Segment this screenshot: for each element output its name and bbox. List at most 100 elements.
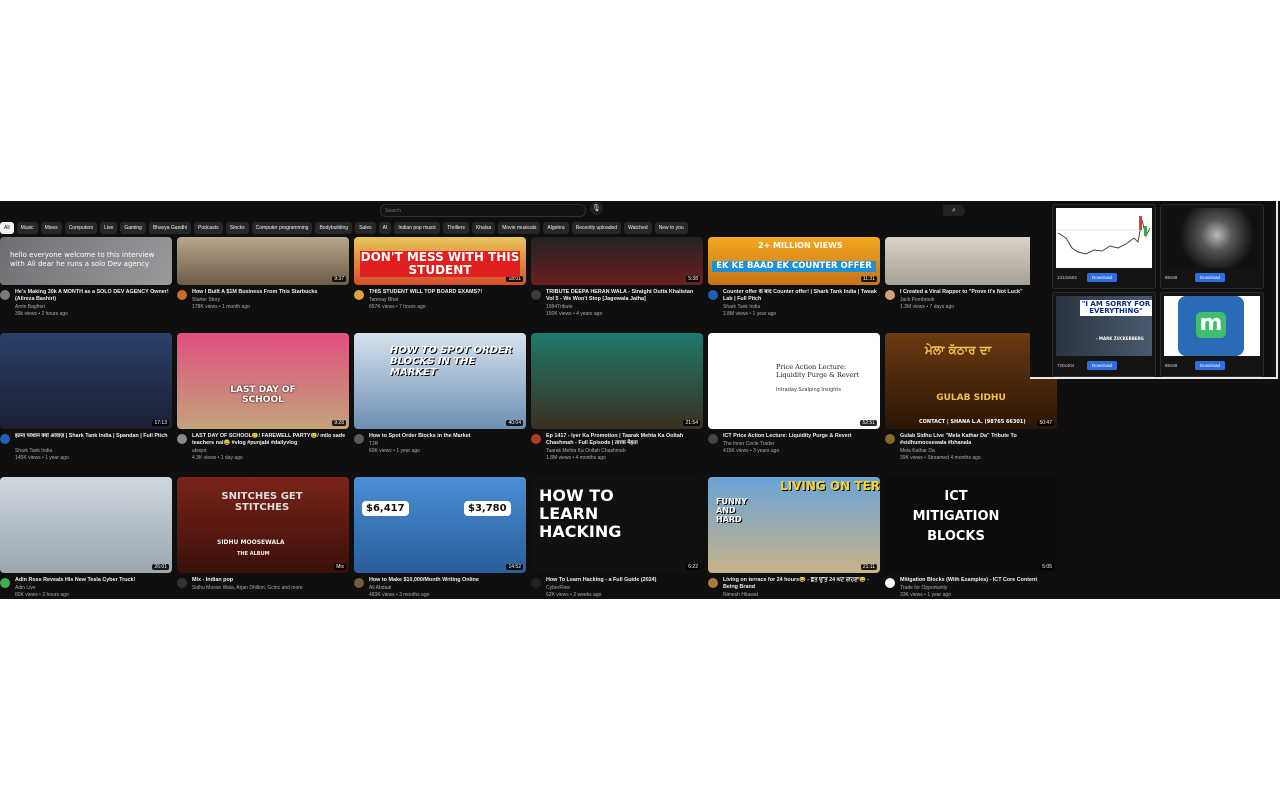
chip-new-to-you[interactable]: New to you xyxy=(654,222,688,234)
video-title[interactable]: Adin Ross Reveals His New Tesla Cyber Tr… xyxy=(15,577,170,584)
chip-indian-pop-music[interactable]: Indian pop music xyxy=(394,222,441,234)
video-thumbnail[interactable]: hello everyone welcome to this interview… xyxy=(0,237,172,285)
channel-avatar[interactable] xyxy=(354,290,364,300)
channel-name[interactable]: Trade for Opportunity xyxy=(900,585,947,592)
channel-avatar[interactable] xyxy=(708,578,718,588)
channel-name[interactable]: Shark Tank India xyxy=(723,304,760,311)
chip-computer-programming[interactable]: Computer programming xyxy=(251,222,313,234)
channel-name[interactable]: 1984Tribute xyxy=(546,304,573,311)
video-card[interactable]: Mix SNITCHES GET STITCHES SIDHU MOOSEWALA T… xyxy=(177,477,349,599)
channel-name[interactable]: Jack Pembrook xyxy=(900,297,934,304)
video-thumbnail[interactable]: 17:13 xyxy=(0,333,172,429)
video-title[interactable]: How to Spot Order Blocks in the Market xyxy=(369,433,524,440)
chip-music[interactable]: Music xyxy=(16,222,38,234)
video-title[interactable]: Counter offer के बाद Counter offer! | Sh… xyxy=(723,289,878,303)
video-thumbnail[interactable]: Mix SNITCHES GET STITCHES SIDHU MOOSEWALA T… xyxy=(177,477,349,573)
channel-name[interactable]: Amin Bagheri xyxy=(15,304,45,311)
chip-mixes[interactable]: Mixes xyxy=(40,222,62,234)
video-thumbnail[interactable]: 52:51 Price Action Lecture: Liquidity Pur… xyxy=(708,333,880,429)
channel-name[interactable]: Ali Abdaal xyxy=(369,585,391,592)
video-thumbnail[interactable]: 14:52 $6,417 $3,780 xyxy=(354,477,526,573)
channel-avatar[interactable] xyxy=(177,578,187,588)
video-title[interactable]: He's Making 30k A MONTH as a SOLO DEV AG… xyxy=(15,289,170,303)
channel-name[interactable]: Taarak Mehta Ka Ooltah Chashmah xyxy=(546,448,626,455)
channel-avatar[interactable] xyxy=(885,434,895,444)
video-title[interactable]: Mix - Indian pop xyxy=(192,577,347,584)
channel-avatar[interactable] xyxy=(708,290,718,300)
video-card[interactable]: 40:04 HOW TO SPOT ORDER BLOCKS IN THE MAR… xyxy=(354,333,526,473)
video-title[interactable]: Living on terrace for 24 hours😂 - ਛੱਤ ਉੱ… xyxy=(723,577,878,591)
channel-avatar[interactable] xyxy=(885,578,895,588)
channel-name[interactable]: Sidhu Moose Wala, Arjan Dhillon, Gcinc a… xyxy=(192,585,303,592)
channel-avatar[interactable] xyxy=(0,290,10,300)
channel-avatar[interactable] xyxy=(0,434,10,444)
video-title[interactable]: Ep 1417 - Iyer Ka Promotion | Taarak Meh… xyxy=(546,433,701,447)
chip-podcasts[interactable]: Podcasts xyxy=(194,222,223,234)
chip-ai[interactable]: AI xyxy=(378,222,392,234)
video-card[interactable]: 6:22 HOW TO LEARN HACKING How To Learn Hac… xyxy=(531,477,703,599)
video-thumbnail[interactable]: 21:54 xyxy=(531,333,703,429)
voice-search-button[interactable]: 🎙 xyxy=(590,202,603,215)
channel-name[interactable]: Tanmay Bhat xyxy=(369,297,398,304)
video-title[interactable]: ICT Price Action Lecture: Liquidity Purg… xyxy=(723,433,878,440)
video-title[interactable]: How To Learn Hacking - a Full Guide (202… xyxy=(546,577,701,584)
channel-avatar[interactable] xyxy=(531,290,541,300)
channel-avatar[interactable] xyxy=(354,578,364,588)
chip-stocks[interactable]: Stocks xyxy=(225,222,249,234)
channel-avatar[interactable] xyxy=(177,290,187,300)
chip-movie-musicals[interactable]: Movie musicals xyxy=(498,222,541,234)
search-box[interactable]: ⌕ xyxy=(380,204,965,217)
chip-computers[interactable]: Computers xyxy=(64,222,98,234)
chip-sales[interactable]: Sales xyxy=(355,222,376,234)
video-title[interactable]: How I Built A $1M Business From This Sta… xyxy=(192,289,347,296)
video-thumbnail[interactable]: 18:01 DON'T MESS WITH THIS STUDENT xyxy=(354,237,526,285)
chip-bhavya-gandhi[interactable]: Bhavya Gandhi xyxy=(148,222,192,234)
chip-khalsa[interactable]: Khalsa xyxy=(471,222,496,234)
channel-name[interactable]: The Inner Circle Trader xyxy=(723,441,774,448)
channel-avatar[interactable] xyxy=(0,578,10,588)
video-card[interactable]: 14:52 $6,417 $3,780 How to Make $10,000/Mon… xyxy=(354,477,526,599)
channel-avatar[interactable] xyxy=(177,434,187,444)
video-thumbnail[interactable]: 9:37 xyxy=(177,237,349,285)
video-title[interactable]: TRIBUTE DEEPA HERAN WALA - Straight Outt… xyxy=(546,289,701,303)
channel-name[interactable]: CyberFlow xyxy=(546,585,570,592)
channel-name[interactable]: TJR xyxy=(369,441,378,448)
video-thumbnail[interactable]: 40:04 HOW TO SPOT ORDER BLOCKS IN THE MAR… xyxy=(354,333,526,429)
download-button[interactable]: Download xyxy=(1087,273,1117,282)
channel-avatar[interactable] xyxy=(531,434,541,444)
channel-name[interactable]: abisjot xyxy=(192,448,206,455)
chip-gaming[interactable]: Gaming xyxy=(120,222,146,234)
chip-algebra[interactable]: Algebra xyxy=(543,222,569,234)
channel-name[interactable]: Shark Tank India xyxy=(15,448,52,455)
channel-avatar[interactable] xyxy=(354,434,364,444)
video-title[interactable]: LAST DAY OF SCHOOL🥲/ FAREWELL PARTY😢/ mi… xyxy=(192,433,347,447)
video-card[interactable]: 5:05 ICT MITIGATION BLOCKS Mitigation Bloc… xyxy=(885,477,1057,599)
video-title[interactable]: Mitigation Blocks (With Examples) - ICT … xyxy=(900,577,1055,584)
chip-all[interactable]: All xyxy=(0,222,14,234)
download-button[interactable]: Download xyxy=(1195,361,1225,370)
channel-name[interactable]: Mela Kathar Da xyxy=(900,448,935,455)
video-thumbnail[interactable]: 21:11 LIVING ON TERRACE FUNNY AND HARD xyxy=(708,477,880,573)
channel-avatar[interactable] xyxy=(531,578,541,588)
search-input[interactable] xyxy=(385,205,555,216)
chip-recently-uploaded[interactable]: Recently uploaded xyxy=(571,222,622,234)
download-button[interactable]: Download xyxy=(1087,361,1117,370)
channel-avatar[interactable] xyxy=(708,434,718,444)
video-title[interactable]: इतना परेशान क्यों आवाज़ | Shark Tank Ind… xyxy=(15,433,170,440)
video-thumbnail[interactable]: 11:31 EK KE BAAD EK COUNTER OFFER 2+ MILLI… xyxy=(708,237,880,285)
video-thumbnail[interactable]: 5:05 ICT MITIGATION BLOCKS xyxy=(885,477,1057,573)
video-title[interactable]: How to Make $10,000/Month Writing Online xyxy=(369,577,524,584)
video-thumbnail[interactable]: 5:38 xyxy=(531,237,703,285)
video-thumbnail[interactable]: 6:22 HOW TO LEARN HACKING xyxy=(531,477,703,573)
video-title[interactable]: THIS STUDENT WILL TOP BOARD EXAMS?! xyxy=(369,289,524,296)
channel-avatar[interactable] xyxy=(885,290,895,300)
video-card[interactable]: 26:01 Adin Ross Reveals His New Tesla Cyb… xyxy=(0,477,172,599)
chip-thrillers[interactable]: Thrillers xyxy=(443,222,469,234)
channel-name[interactable]: Nimesh Hitawat xyxy=(723,592,758,599)
video-title[interactable]: Gulab Sidhu Live "Mela Kathar Da" Tribut… xyxy=(900,433,1055,447)
channel-name[interactable]: Starter Story xyxy=(192,297,220,304)
video-card[interactable]: 21:11 LIVING ON TERRACE FUNNY AND HARD Livi… xyxy=(708,477,880,599)
chip-watched[interactable]: Watched xyxy=(624,222,652,234)
search-button[interactable]: ⌕ xyxy=(943,205,965,216)
video-card[interactable]: 21:54 Ep 1417 - Iyer Ka Promotion | Taara… xyxy=(531,333,703,473)
